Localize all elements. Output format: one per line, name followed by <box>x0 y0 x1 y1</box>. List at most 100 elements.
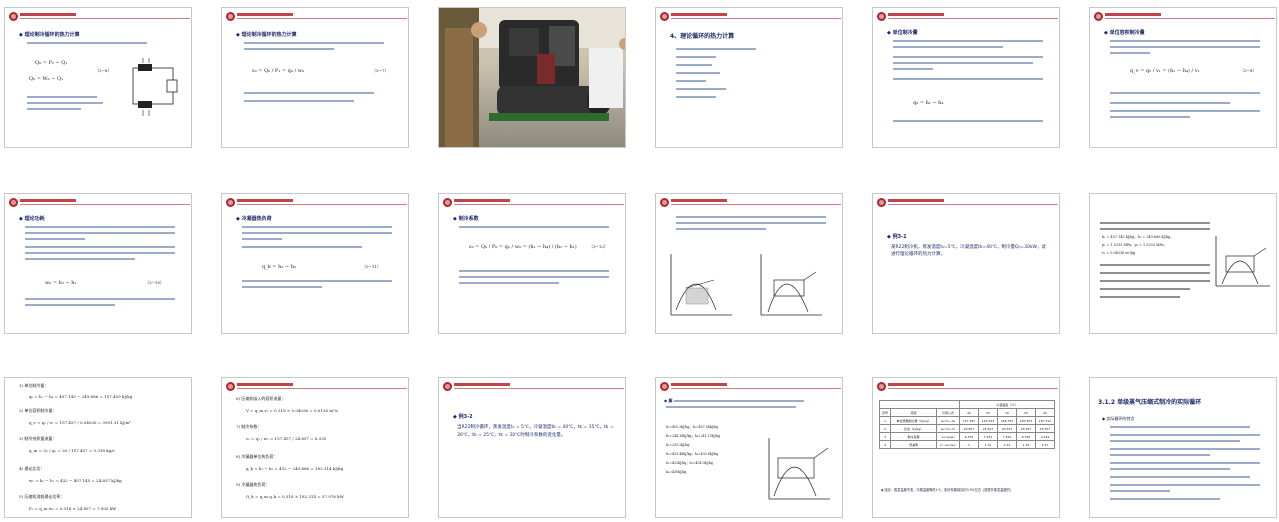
calc-line: 9) 冷凝器热负荷： <box>236 482 270 487</box>
equation: h₁ = 407.145 kJ/kg，h₃ = 249.686 kJ/kg， <box>1102 235 1174 239</box>
table-header: 30 <box>996 408 1017 417</box>
calc-line: V = q_m v₁ = 0.318 × 0.04036 = 0.0128 m³… <box>246 408 339 413</box>
calc-line: 4) 理论比功： <box>19 466 45 471</box>
calc-line: h₂=432kJ/kg；h₃=434.9kJ/kg <box>666 461 713 465</box>
slide-thumbnail-11[interactable]: ◆ 例3-1 某R22制冷机，蒸发温度t₀=5℃，冷凝温度tk=40℃，制冷量Q… <box>872 193 1060 334</box>
table-row: 1 单位质量制冷量（kJ/kg） q₀=h₁−h₄ 157.457 163.193 168… <box>878 416 1056 425</box>
slide-thumbnail-16[interactable]: ◆ 解 h₂=405.3kJ/kg；h₁=407.04kJ/kg h₃=244.… <box>655 377 843 518</box>
equation-number: （3−12） <box>589 244 608 249</box>
slide-thumbnail-14[interactable]: 6) 压缩机吸入的容积流量： V = q_m v₁ = 0.318 × 0.04… <box>221 377 409 518</box>
slide-thumbnail-17[interactable]: 冷凝温度（℃） 序号 项目 计算公式 40 35 30 25 20 1 单位质量制… <box>872 377 1060 518</box>
university-logo-icon <box>9 12 18 21</box>
slide-header <box>443 198 624 208</box>
equation: q_v = q₀ / v₁ = (h₁ − h₄) / v₁ <box>1130 68 1200 74</box>
calc-line: 5) 压缩机消耗理论功率： <box>19 494 65 499</box>
slide-header <box>226 12 407 22</box>
slide-thumbnail-8[interactable]: ◆ 冷凝器热负荷 q_k = h₂ − h₃ （3−11） <box>221 193 409 334</box>
table-header-group: 冷凝温度（℃） <box>958 400 1056 409</box>
equation: v₁ = 0.04036 m³/kg <box>1102 251 1136 255</box>
pressure-enthalpy-diagram <box>760 254 822 316</box>
slide-header <box>1094 12 1275 22</box>
slide-thumbnail-7[interactable]: ◆ 理论功耗 w₀ = h₂ − h₁ （3−10） <box>4 193 192 334</box>
equation-number: （3−11） <box>362 264 381 269</box>
slide-thumbnail-5[interactable]: ◆ 单位制冷量 q₀ = h₁ − h₄ <box>872 7 1060 148</box>
example-text: 某R22制冷机，蒸发温度t₀=5℃，冷凝温度tk=40℃，制冷量Q₀=30kW，… <box>891 245 1046 257</box>
slide-thumbnail-6[interactable]: ◆ 单位容积制冷量 q_v = q₀ / v₁ = (h₁ − h₄) / v₁… <box>1089 7 1277 148</box>
slide-thumbnail-3[interactable] <box>438 7 626 148</box>
slide-thumbnail-15[interactable]: ◆ 例3-2 当R22制冷循环，蒸发温度t₀ = 5℃，冷凝温度tk = 40℃… <box>438 377 626 518</box>
calc-line: q_m = Q₀ / q₀ = 30 / 157.457 = 0.318 kg/… <box>29 448 115 453</box>
slide-thumbnail-4[interactable]: 4、理论循环的热力计算 <box>655 7 843 148</box>
university-logo-icon <box>877 382 886 391</box>
university-logo-icon <box>660 382 669 391</box>
equation: w₀ = h₂ − h₁ <box>45 280 77 286</box>
slide-header <box>9 12 190 22</box>
calc-line: h₃=244.16kJ/kg；h₄=241.15kJ/kg <box>666 434 721 438</box>
slide-thumbnail-13[interactable]: 1) 单位制冷量： q₀ = h₁ − h₄ = 407.145 − 249.6… <box>4 377 192 518</box>
equation: q_k = h₂ − h₃ <box>262 264 296 270</box>
slide-thumbnail-12[interactable]: h₁ = 407.145 kJ/kg，h₃ = 249.686 kJ/kg， p… <box>1089 193 1277 334</box>
comparison-table: 冷凝温度（℃） 序号 项目 计算公式 40 35 30 25 20 1 单位质量制… <box>878 400 1056 449</box>
calc-line: q₀ = h₁ − h₄ = 407.145 − 249.686 = 157.4… <box>29 394 133 399</box>
calc-line: q_v = q₀ / v₁ = 157.457 / 0.04036 = 3901… <box>29 420 131 425</box>
slide-header <box>877 198 1058 208</box>
university-logo-icon <box>226 12 235 21</box>
pressure-enthalpy-diagram <box>768 438 830 500</box>
section-title: 3.1.2 单级蒸气压缩式制冷的实际循环 <box>1098 399 1202 406</box>
slide-header <box>660 382 841 392</box>
slide-title: ◆ 理论功耗 <box>19 216 45 222</box>
slide-header <box>443 382 624 392</box>
slide-thumbnail-9[interactable]: ◆ 制冷系数 ε₀ = Q₀ / P₀ = q₀ / w₀ = (h₁ − h₄… <box>438 193 626 334</box>
university-logo-icon <box>877 198 886 207</box>
equation: Q₀ = W₀ − Q₁ <box>29 76 64 82</box>
example-text: 当R22制冷循环，蒸发温度t₀ = 5℃，冷凝温度tk = 40℃，tk = 3… <box>457 425 614 438</box>
slide-header <box>226 382 407 392</box>
refrigeration-cycle-diagram <box>132 58 178 116</box>
equation: Q₀ = P₂ − Q₁ <box>35 60 68 66</box>
university-logo-icon <box>226 198 235 207</box>
calc-line: 8) 冷凝器单位热负荷： <box>236 454 278 459</box>
table-row: 3 制冷系数 ε₀=q₀/w₀ 6.335 7.261 7.462 8.765 9.249 <box>878 432 1056 441</box>
table-row: 4 增减率 (ε−ε₄₀)/ε₄₀ 1 1.15 1.22 1.34 1.47 <box>878 440 1056 449</box>
table-header: 25 <box>1015 408 1036 417</box>
calc-line: 1) 单位制冷量： <box>19 383 49 388</box>
university-logo-icon <box>443 198 452 207</box>
equation-number: （3−8） <box>1240 68 1257 73</box>
university-logo-icon <box>226 382 235 391</box>
slide-thumbnail-18[interactable]: 3.1.2 单级蒸气压缩式制冷的实际循环 ◆ 实际循环的特点 <box>1089 377 1277 518</box>
slide-header <box>877 12 1058 22</box>
calc-line: 2) 单位容积制冷量： <box>19 408 57 413</box>
slide-title: ◆ 理论制冷循环的热力计算 <box>19 32 80 38</box>
calc-line: h₄=430kJ/kg <box>666 470 687 474</box>
slide-title: ◆ 冷凝器热负荷 <box>236 216 272 222</box>
slide-thumbnail-2[interactable]: ◆ 理论制冷循环的热力计算 ε₀ = Q₀ / P₁ = q₀ / w₀ （3−… <box>221 7 409 148</box>
university-logo-icon <box>877 12 886 21</box>
slide-title: 4、理论循环的热力计算 <box>670 33 735 40</box>
table-header: 序号 <box>878 408 892 417</box>
compressor-photo-shapes <box>439 8 625 147</box>
university-logo-icon <box>1094 12 1103 21</box>
slide-header <box>660 12 841 22</box>
slide-header <box>9 198 190 208</box>
slide-title: ◆ 制冷系数 <box>453 216 479 222</box>
table-header: 35 <box>977 408 998 417</box>
slide-title: ◆ 例3-1 <box>887 234 907 240</box>
table-header: 项目 <box>890 408 938 417</box>
table-header: 40 <box>958 408 979 417</box>
equation: q₀ = h₁ − h₄ <box>913 100 944 106</box>
equation-number: （3−6） <box>95 68 112 73</box>
university-logo-icon <box>660 12 669 21</box>
slide-title: ◆ 解 <box>664 398 673 403</box>
calc-line: h₂=405.3kJ/kg；h₁=407.04kJ/kg <box>666 425 718 429</box>
calc-line: h₂=239.2kJ/kg <box>666 443 690 447</box>
cycle-diagram <box>1215 236 1270 287</box>
temperature-entropy-diagram <box>670 254 732 316</box>
calc-line: w₀ = h₂ − h₁ = 432 − 407.145 = 24.857 kJ… <box>29 478 122 483</box>
calc-line: q_k = h₂ − h₃ = 432 − 249.686 = 182.314 … <box>246 466 344 471</box>
slide-thumbnail-1[interactable]: ◆ 理论制冷循环的热力计算 Q₀ = P₂ − Q₁ Q₀ = W₀ − Q₁ … <box>4 7 192 148</box>
university-logo-icon <box>443 382 452 391</box>
equation: p₁ = 1.5335 MPa，p₂ = 1.5335 MPa， <box>1102 243 1167 247</box>
slide-thumbnail-10[interactable] <box>655 193 843 334</box>
slide-header <box>877 382 1058 392</box>
table-row: 2 比功（kJ/kg） w₀=h₂−h₁ 24.857 22.407 20.347 18.3… <box>878 424 1056 433</box>
